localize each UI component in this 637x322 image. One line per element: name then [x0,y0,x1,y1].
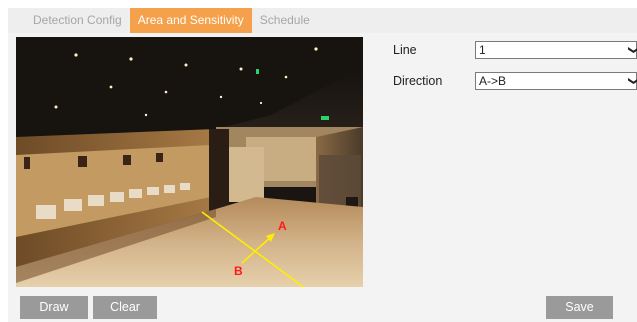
direction-select-value: A->B [479,74,507,88]
marker-b-label: B [234,264,243,278]
tab-detection-config[interactable]: Detection Config [8,8,130,33]
line-row: Line 1 ❯ [393,40,637,60]
camera-scene [16,37,363,287]
line-select-value: 1 [479,43,486,57]
direction-label: Direction [393,74,443,88]
tab-area-and-sensitivity[interactable]: Area and Sensitivity [129,8,252,33]
camera-preview[interactable]: A B [16,37,363,287]
tab-schedule[interactable]: Schedule [252,8,318,33]
chevron-down-icon: ❯ [625,45,637,54]
tab-bar: Detection Config Area and Sensitivity Sc… [8,8,637,33]
line-label: Line [393,43,417,57]
clear-button[interactable]: Clear [93,296,157,319]
marker-a-label: A [278,219,287,233]
draw-button[interactable]: Draw [20,296,88,319]
direction-row: Direction A->B ❯ [393,71,637,91]
chevron-down-icon: ❯ [625,76,637,85]
save-button[interactable]: Save [546,296,613,319]
direction-select[interactable]: A->B ❯ [475,72,637,90]
line-select[interactable]: 1 ❯ [475,41,637,59]
